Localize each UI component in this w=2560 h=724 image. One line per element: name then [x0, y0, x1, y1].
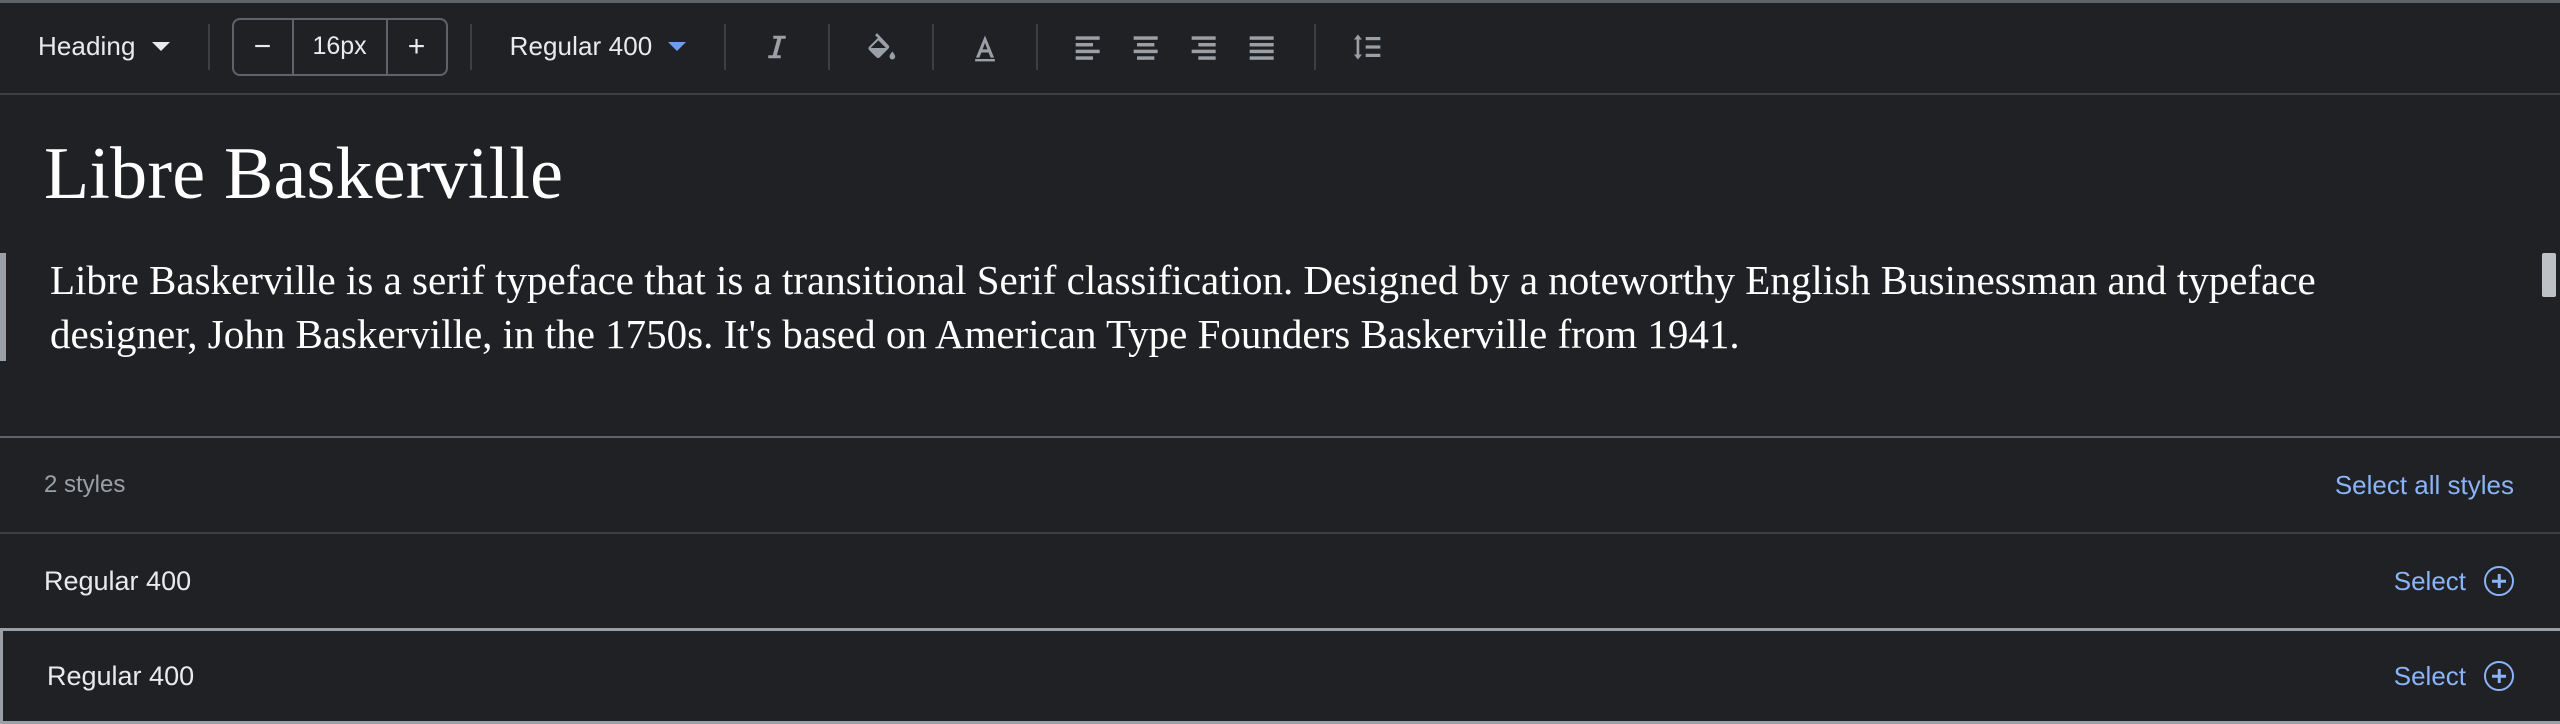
font-size-increase-button[interactable]: +: [388, 20, 446, 74]
italic-icon: [762, 31, 792, 63]
plus-circle-icon: [2484, 566, 2514, 596]
toolbar-divider: [828, 23, 831, 70]
styles-header: 2 styles Select all styles: [0, 436, 2560, 532]
chevron-down-icon: [151, 42, 170, 51]
specimen-heading-row: Libre Baskerville: [0, 95, 2560, 211]
font-size-stepper[interactable]: − 16px +: [231, 17, 448, 76]
toolbar-divider: [207, 23, 210, 70]
select-style-button[interactable]: Select: [2394, 661, 2514, 692]
align-justify-button[interactable]: [1234, 18, 1292, 76]
toolbar-divider: [1036, 23, 1039, 70]
specimen-preview: Libre Baskerville Libre Baskerville is a…: [0, 95, 2560, 436]
font-weight-dropdown[interactable]: Regular 400: [494, 21, 703, 72]
toolbar-divider: [1314, 23, 1317, 70]
align-center-button[interactable]: [1118, 18, 1176, 76]
style-name-label: Regular 400: [47, 660, 195, 691]
font-size-decrease-button[interactable]: −: [234, 20, 292, 74]
font-description-paragraph[interactable]: Libre Baskerville is a serif typeface th…: [50, 253, 2360, 361]
toolbar-divider: [469, 23, 472, 70]
select-style-label: Select: [2393, 565, 2466, 596]
font-size-value[interactable]: 16px: [294, 20, 386, 74]
paragraph-scrollbar-thumb[interactable]: [2542, 253, 2556, 297]
toolbar-divider: [932, 23, 935, 70]
font-weight-label: Regular 400: [509, 31, 653, 61]
block-style-label: Heading: [38, 31, 136, 61]
formatting-toolbar: Heading − 16px + Regular 400: [0, 0, 2560, 95]
style-row[interactable]: Regular 400 Select: [0, 628, 2560, 724]
align-right-button[interactable]: [1176, 18, 1234, 76]
align-left-button[interactable]: [1060, 18, 1118, 76]
line-height-button[interactable]: [1338, 18, 1396, 76]
line-height-icon: [1350, 31, 1384, 63]
specimen-paragraph-block: Libre Baskerville is a serif typeface th…: [0, 253, 2560, 362]
font-specimen-panel: Heading − 16px + Regular 400 Libre Baske…: [0, 0, 2560, 724]
text-color-icon: [969, 30, 1001, 64]
styles-count-label: 2 styles: [44, 471, 126, 498]
toolbar-divider: [724, 23, 727, 70]
select-style-label: Select: [2393, 660, 2466, 691]
highlight-color-button[interactable]: [852, 18, 910, 76]
text-color-button[interactable]: [956, 18, 1014, 76]
align-right-icon: [1189, 31, 1221, 63]
align-justify-icon: [1247, 31, 1279, 63]
select-all-styles-link[interactable]: Select all styles: [2335, 470, 2514, 501]
font-name-heading[interactable]: Libre Baskerville: [44, 137, 2560, 211]
align-center-icon: [1131, 31, 1163, 63]
select-style-button[interactable]: Select: [2394, 566, 2514, 597]
style-row[interactable]: Regular 400 Select: [0, 532, 2560, 628]
paint-bucket-icon: [864, 30, 898, 64]
block-style-dropdown[interactable]: Heading: [22, 21, 186, 72]
plus-circle-icon: [2484, 661, 2514, 691]
align-left-icon: [1073, 31, 1105, 63]
chevron-down-icon: [668, 42, 687, 51]
italic-button[interactable]: [748, 18, 806, 76]
style-name-label: Regular 400: [44, 565, 192, 596]
